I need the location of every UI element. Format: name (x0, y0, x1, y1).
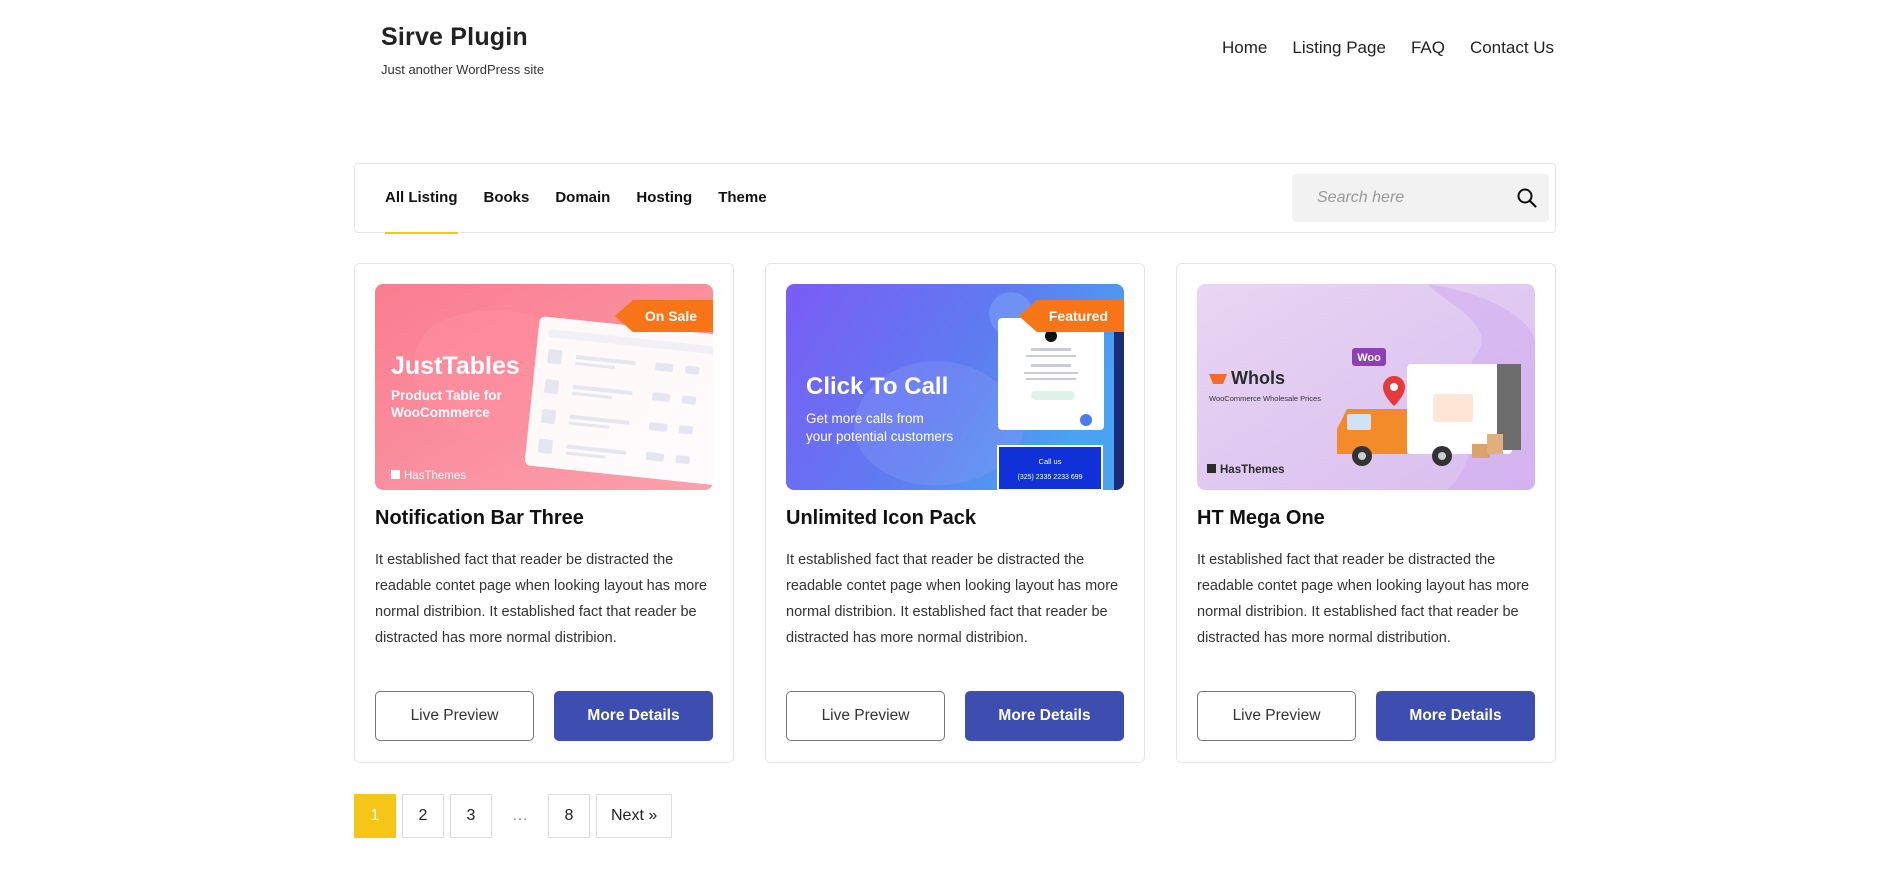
live-preview-button[interactable]: Live Preview (375, 691, 534, 741)
category-tabs: All Listing Books Domain Hosting Theme (385, 164, 793, 234)
tab-hosting[interactable]: Hosting (636, 164, 692, 234)
card-thumbnail[interactable]: JustTables Product Table for WooCommerce… (375, 284, 713, 490)
search-box (1292, 174, 1549, 222)
card-description: It established fact that reader be distr… (375, 552, 708, 646)
listing-card: JustTables Product Table for WooCommerce… (354, 263, 734, 763)
card-description: It established fact that reader be distr… (1197, 552, 1530, 646)
site-tagline: Just another WordPress site (381, 62, 545, 77)
banner-heading: Click To Call (806, 373, 948, 400)
card-title[interactable]: Notification Bar Three (375, 507, 584, 530)
listing-card: Woo Whols WooCommerce Wholesale Prices H… (1176, 263, 1556, 763)
live-preview-button[interactable]: Live Preview (1197, 691, 1356, 741)
more-details-button[interactable]: More Details (1376, 691, 1535, 741)
nav-contact-us[interactable]: Contact Us (1470, 38, 1554, 58)
card-thumbnail[interactable]: Call us (325) 2335 2233 699 Click To Cal… (786, 284, 1124, 490)
page-8[interactable]: 8 (548, 794, 590, 838)
live-preview-button[interactable]: Live Preview (786, 691, 945, 741)
tab-theme[interactable]: Theme (718, 164, 766, 234)
listing-card: Call us (325) 2335 2233 699 Click To Cal… (765, 263, 1145, 763)
tab-domain[interactable]: Domain (555, 164, 610, 234)
on-sale-badge: On Sale (614, 300, 713, 332)
banner-subline-1: WooCommerce Wholesale Prices (1209, 394, 1321, 403)
featured-badge: Featured (1018, 300, 1124, 332)
page-3[interactable]: 3 (450, 794, 492, 838)
search-input[interactable] (1292, 174, 1502, 222)
banner-heading: JustTables (391, 352, 520, 380)
page-2[interactable]: 2 (402, 794, 444, 838)
more-details-button[interactable]: More Details (554, 691, 713, 741)
banner-brand: HasThemes (404, 470, 466, 482)
search-icon[interactable] (1515, 186, 1539, 210)
pagination-ellipsis: … (498, 794, 542, 838)
hasthemes-logo-icon (1207, 464, 1216, 473)
banner-subline-2: WooCommerce (391, 405, 490, 420)
site-title[interactable]: Sirve Plugin (381, 23, 528, 52)
site-header: Sirve Plugin Just another WordPress site… (0, 0, 1898, 100)
banner-subline-1: Get more calls from (806, 411, 924, 426)
tab-books[interactable]: Books (484, 164, 530, 234)
banner-callus: Call us (1039, 457, 1062, 466)
more-details-button[interactable]: More Details (965, 691, 1124, 741)
banner-subline-2: your potential customers (806, 429, 953, 444)
nav-faq[interactable]: FAQ (1411, 38, 1445, 58)
card-thumbnail[interactable]: Woo Whols WooCommerce Wholesale Prices H… (1197, 284, 1535, 490)
banner-phone: (325) 2335 2233 699 (1018, 474, 1083, 481)
tab-all-listing[interactable]: All Listing (385, 164, 458, 234)
next-page-button[interactable]: Next » (596, 794, 673, 838)
pagination: 1 2 3 … 8 Next » (354, 794, 678, 838)
banner-brand: HasThemes (1220, 464, 1285, 476)
card-title[interactable]: HT Mega One (1197, 507, 1325, 530)
card-title[interactable]: Unlimited Icon Pack (786, 507, 976, 530)
nav-home[interactable]: Home (1222, 38, 1267, 58)
nav-listing-page[interactable]: Listing Page (1292, 38, 1386, 58)
main-nav: Home Listing Page FAQ Contact Us (1222, 38, 1554, 58)
banner-subline-1: Product Table for (391, 388, 503, 403)
hasthemes-logo-icon (391, 470, 400, 479)
page-1[interactable]: 1 (354, 794, 396, 838)
whols-banner: Woo Whols WooCommerce Wholesale Prices H… (1197, 284, 1535, 490)
banner-woo: Woo (1357, 352, 1381, 364)
filter-bar: All Listing Books Domain Hosting Theme (354, 163, 1556, 234)
banner-heading: Whols (1231, 368, 1285, 388)
card-description: It established fact that reader be distr… (786, 552, 1119, 646)
